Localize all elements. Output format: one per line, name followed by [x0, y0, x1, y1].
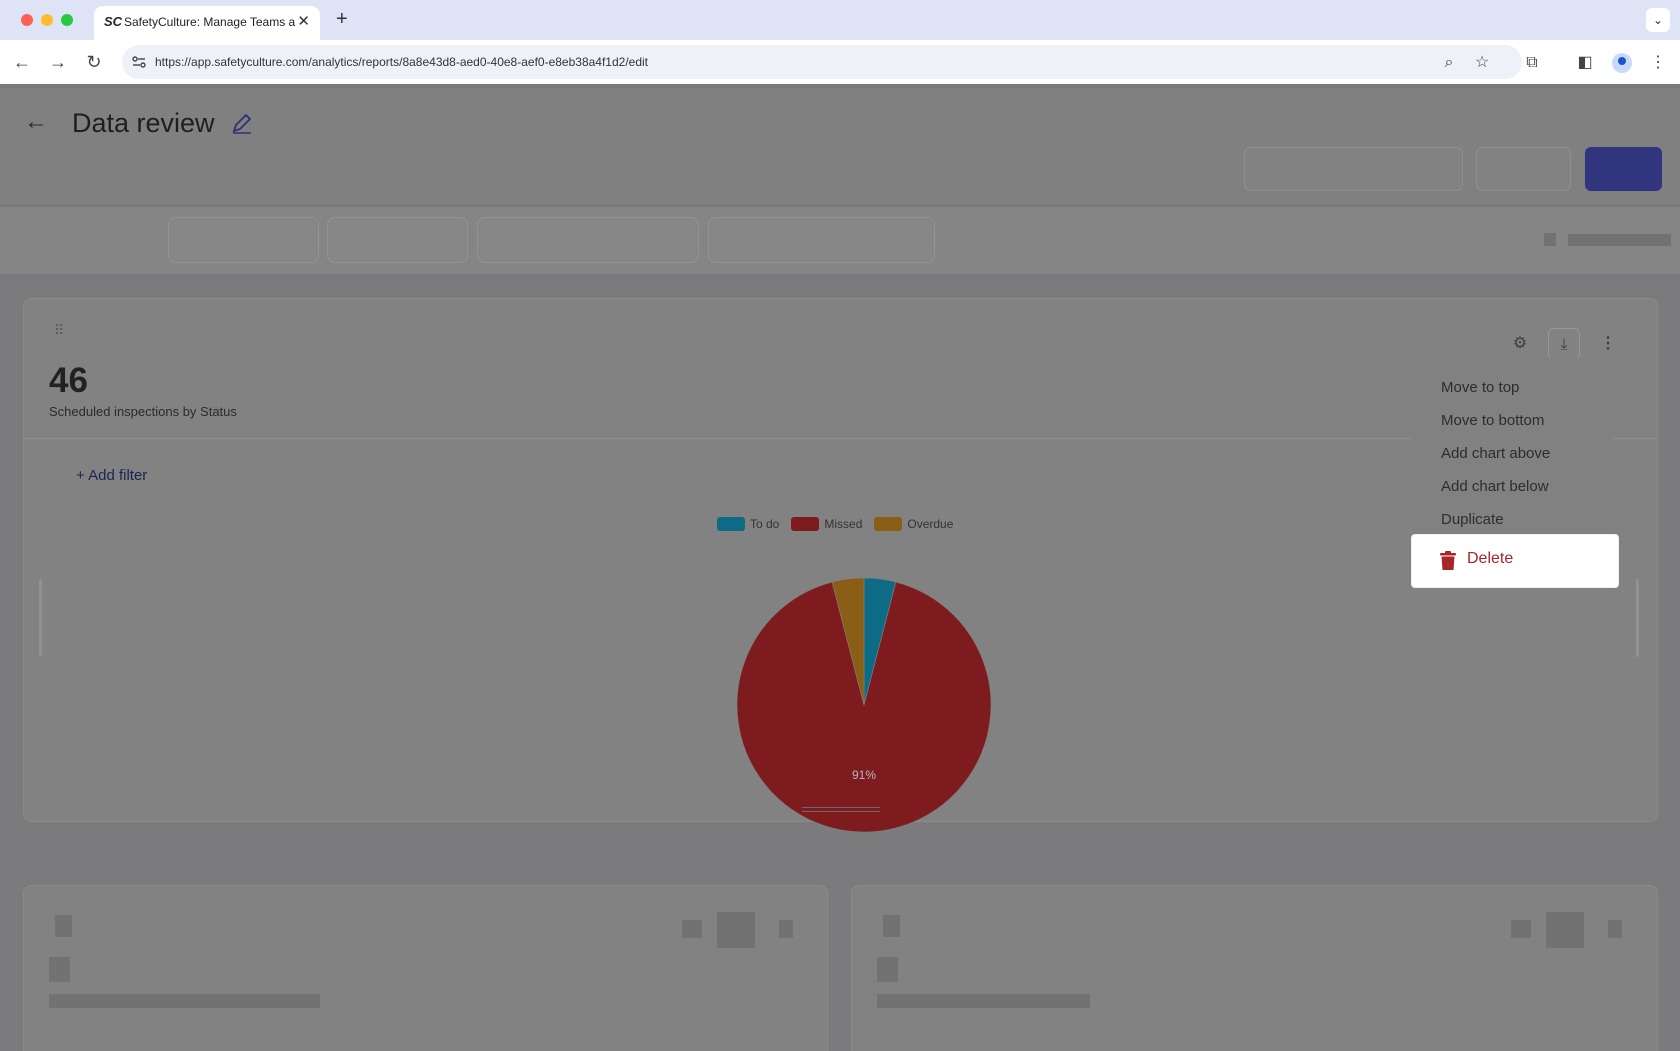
legend-label-overdue: Overdue: [907, 517, 954, 531]
chart-legend: To do Missed Overdue: [717, 517, 953, 531]
tab-close-icon[interactable]: ✕: [297, 12, 310, 30]
menu-item-move-to-bottom[interactable]: Move to bottom: [1441, 412, 1544, 429]
zoom-icon[interactable]: ⌕: [1438, 52, 1460, 74]
tab-search-chevron-icon[interactable]: ⌄: [1646, 8, 1670, 32]
new-tab-icon[interactable]: +: [336, 8, 348, 31]
window-zoom-button[interactable]: [61, 14, 73, 26]
menu-item-add-chart-below[interactable]: Add chart below: [1441, 478, 1549, 495]
browser-menu-icon[interactable]: ⋮: [1647, 52, 1669, 74]
window-close-button[interactable]: [21, 14, 33, 26]
filter-pill-2[interactable]: [327, 217, 468, 263]
legend-label-todo: To do: [750, 517, 780, 531]
legend-swatch-missed: [791, 517, 820, 531]
download-icon[interactable]: ⤓: [1548, 328, 1580, 360]
page-title: Data review: [72, 108, 215, 138]
pie-chart: 91%: [736, 577, 992, 833]
skeleton-block: [717, 912, 755, 948]
delete-label: Delete: [1467, 550, 1514, 567]
skeleton-block: [1546, 912, 1584, 948]
legend-swatch-todo: [717, 517, 745, 531]
side-panel-icon[interactable]: ◧: [1574, 52, 1596, 74]
bookmark-star-icon[interactable]: ☆: [1471, 52, 1493, 74]
profile-avatar-icon[interactable]: [1612, 53, 1632, 73]
drag-handle-icon[interactable]: ⠿: [54, 323, 65, 337]
forward-icon[interactable]: →: [46, 50, 70, 74]
menu-item-duplicate[interactable]: Duplicate: [1441, 511, 1504, 528]
skeleton-block: [682, 920, 702, 938]
plus-icon: +: [76, 467, 89, 484]
right-resize-handle[interactable]: [1636, 579, 1639, 657]
bottom-resize-handle[interactable]: [802, 807, 880, 812]
edit-title-icon[interactable]: [229, 110, 255, 136]
browser-tab-bar: SC SafetyCulture: Manage Teams and… ✕ + …: [0, 0, 1680, 40]
add-filter-button[interactable]: + Add filter: [76, 467, 147, 484]
header-button-2[interactable]: [1476, 147, 1571, 191]
skeleton-block: [883, 915, 900, 937]
menu-item-add-chart-above[interactable]: Add chart above: [1441, 445, 1550, 462]
skeleton-line: [877, 994, 1090, 1008]
window-minimize-button[interactable]: [41, 14, 53, 26]
extensions-icon[interactable]: ⧉: [1521, 52, 1543, 74]
site-settings-icon[interactable]: [130, 53, 148, 71]
pie-data-label: 91%: [852, 768, 876, 782]
more-options-icon[interactable]: ⋮: [1592, 328, 1624, 360]
filter-pill-3[interactable]: [477, 217, 699, 263]
report-header: ← Data review: [0, 88, 1680, 206]
skeleton-block: [877, 957, 898, 982]
skeleton-line: [49, 994, 320, 1008]
url-text: https://app.safetyculture.com/analytics/…: [155, 55, 648, 69]
safetyculture-favicon-icon: SC: [104, 14, 123, 29]
filter-pill-1[interactable]: [168, 217, 319, 263]
menu-item-delete[interactable]: Delete: [1412, 535, 1618, 587]
browser-tab-active[interactable]: SC SafetyCulture: Manage Teams and… ✕: [94, 6, 320, 40]
chart-subtitle: Scheduled inspections by Status: [49, 404, 237, 419]
reload-icon[interactable]: ↻: [82, 50, 106, 74]
skeleton-block: [49, 957, 70, 982]
browser-toolbar: ← → ↻ https://app.safetyculture.com/anal…: [0, 40, 1680, 84]
primary-action-button[interactable]: [1585, 147, 1662, 191]
filter-pill-4[interactable]: [708, 217, 935, 263]
skeleton-icon: [1544, 233, 1556, 246]
legend-swatch-overdue: [874, 517, 903, 531]
legend-label-missed: Missed: [824, 517, 863, 531]
menu-item-move-to-top[interactable]: Move to top: [1441, 379, 1519, 396]
back-icon[interactable]: ←: [10, 50, 34, 74]
tab-title: SafetyCulture: Manage Teams and…: [124, 15, 296, 29]
skeleton-block: [1608, 920, 1622, 938]
back-arrow-icon[interactable]: ←: [24, 108, 48, 136]
skeleton-block: [55, 915, 72, 937]
left-resize-handle[interactable]: [39, 579, 42, 657]
filter-bar: [0, 207, 1680, 274]
trash-icon: [1440, 551, 1456, 570]
chart-total-count: 46: [49, 361, 88, 400]
chart-settings-icon[interactable]: ⚙: [1504, 328, 1536, 360]
skeleton-text: [1568, 234, 1671, 246]
skeleton-card-1: [23, 885, 828, 1051]
skeleton-block: [779, 920, 793, 938]
skeleton-card-2: [851, 885, 1658, 1051]
address-bar[interactable]: https://app.safetyculture.com/analytics/…: [122, 45, 1522, 79]
skeleton-block: [1511, 920, 1531, 938]
header-button-1[interactable]: [1244, 147, 1463, 191]
add-filter-label: Add filter: [88, 467, 148, 484]
